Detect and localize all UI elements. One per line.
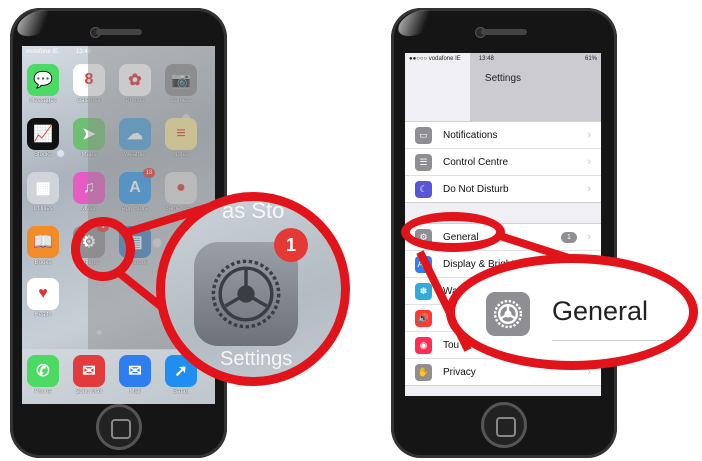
general-zoom-ring bbox=[446, 254, 698, 370]
callout-connector-right bbox=[416, 232, 602, 352]
